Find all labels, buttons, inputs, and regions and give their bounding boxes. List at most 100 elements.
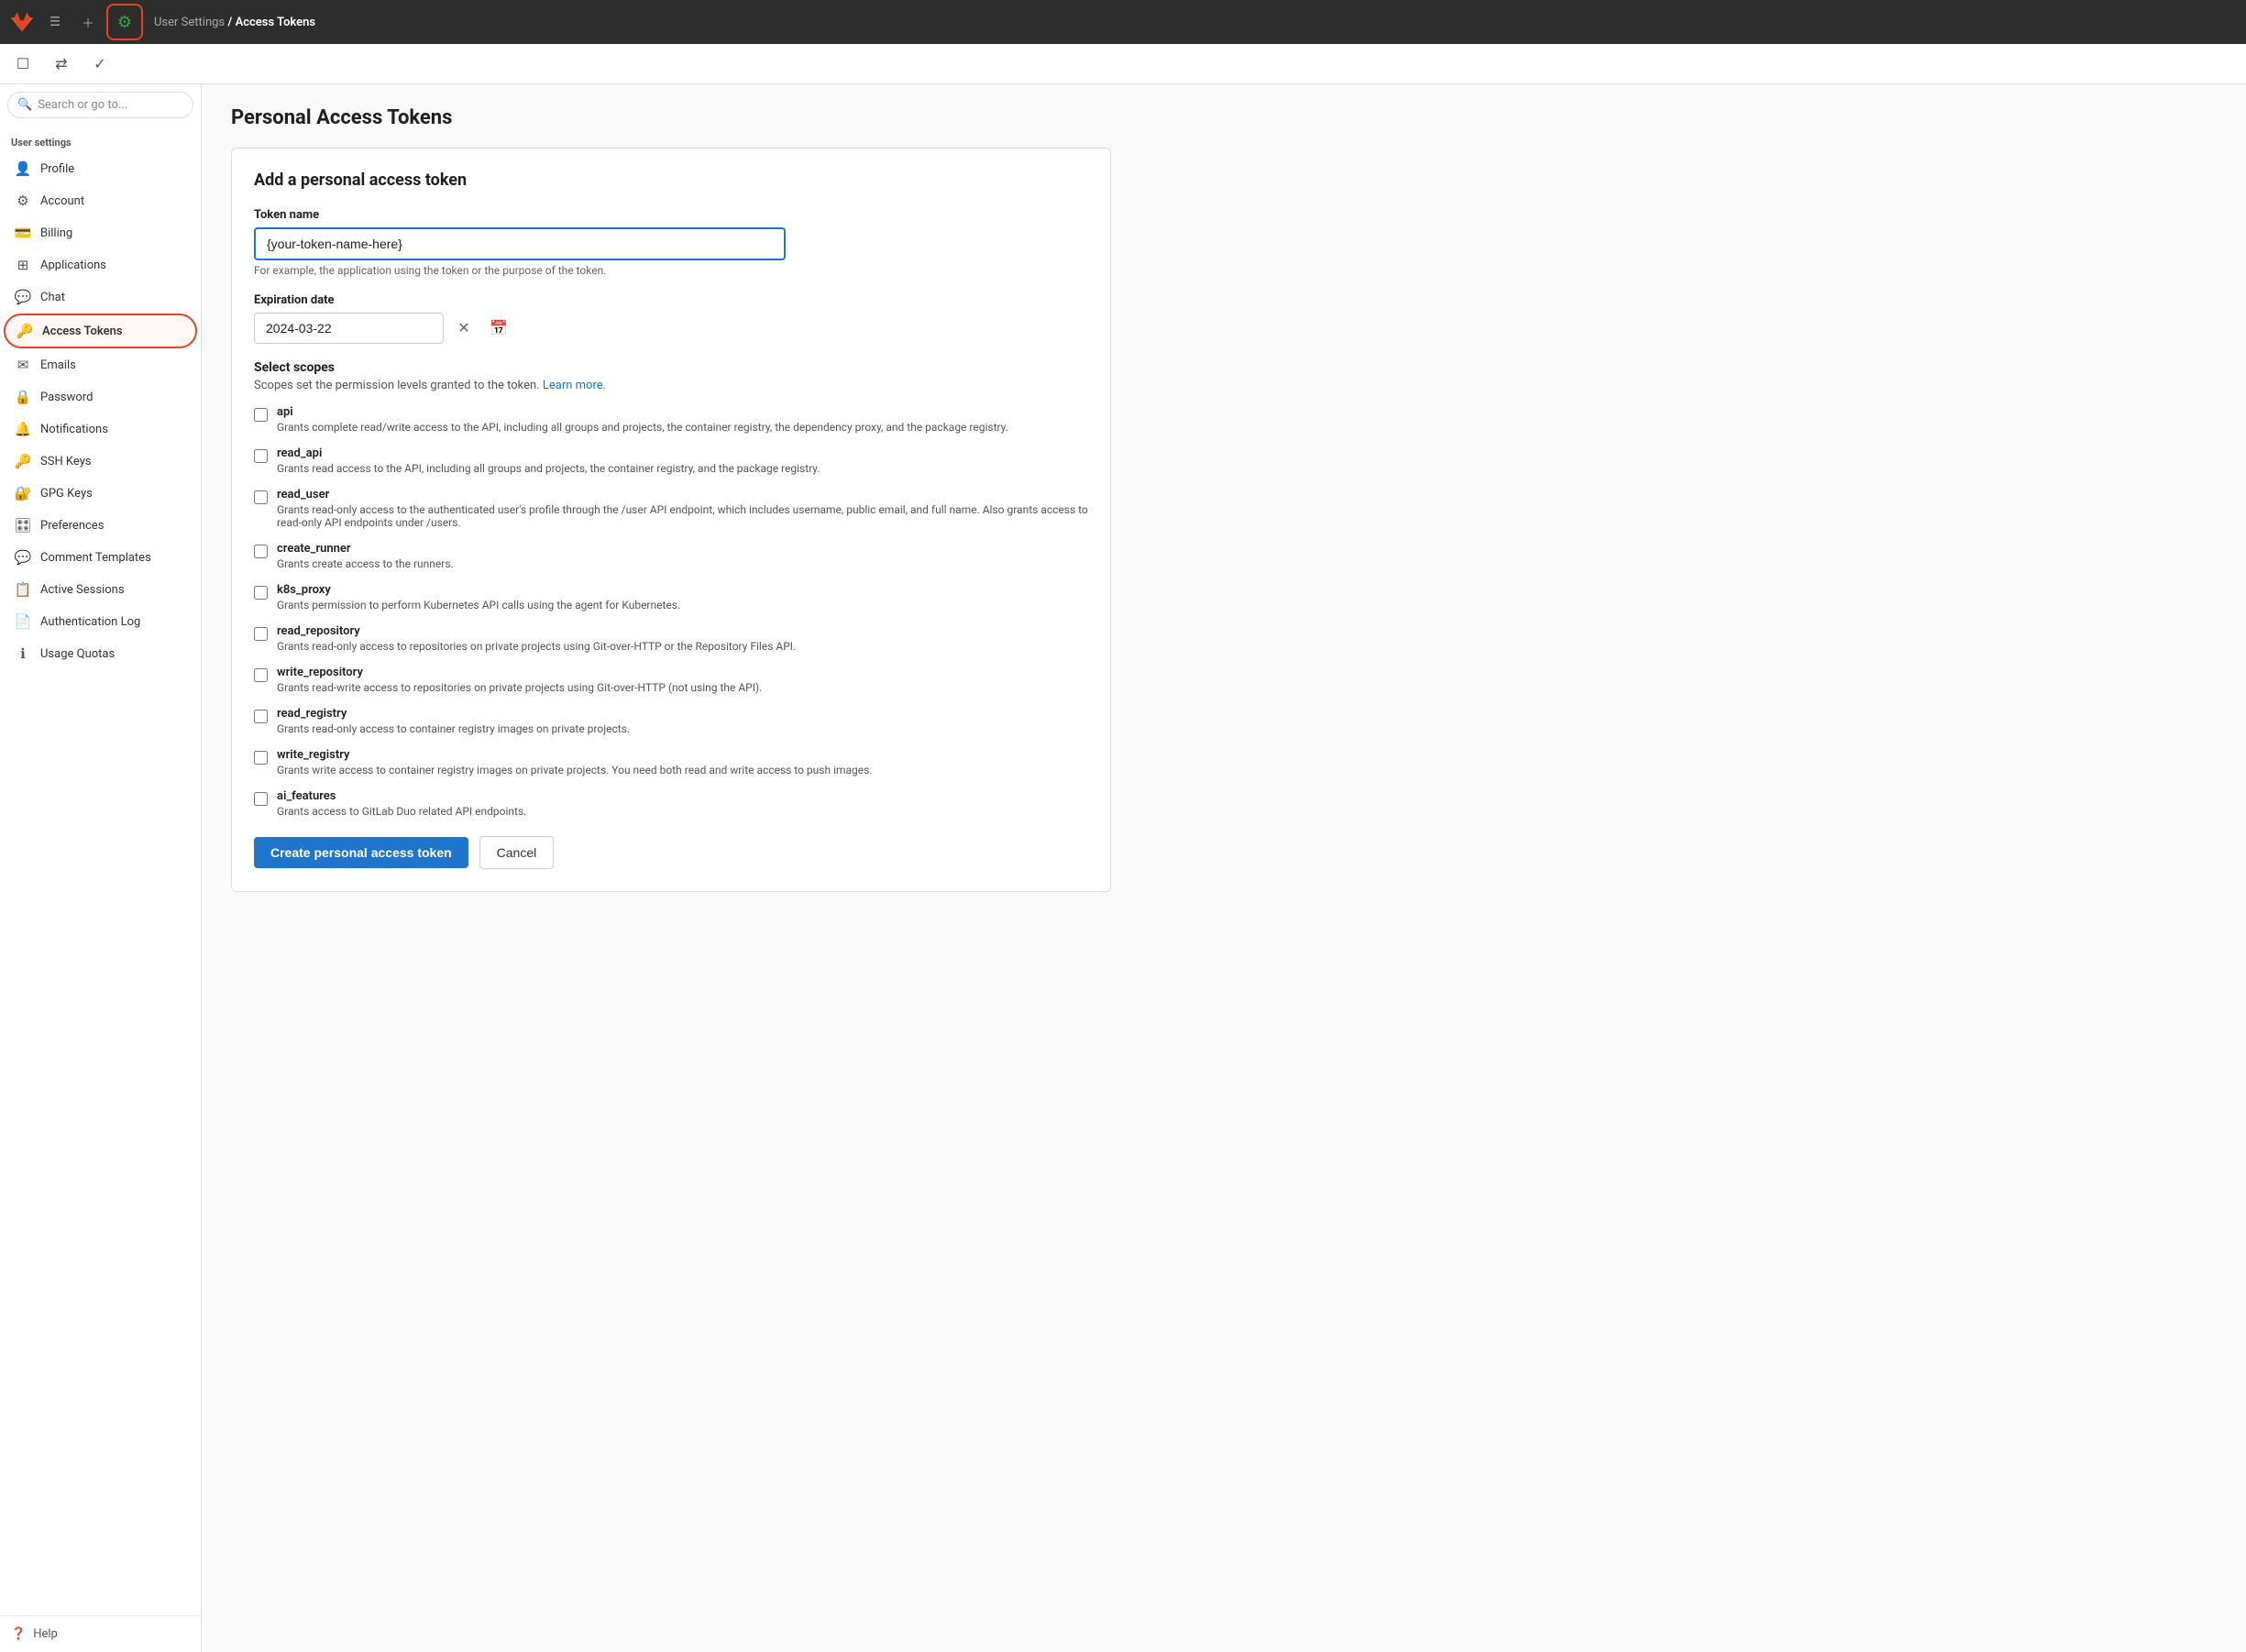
active-icon-wrapper: ⚙	[106, 4, 143, 40]
scope-name-api: api	[277, 405, 1008, 419]
sidebar-item-account[interactable]: ⚙Account	[4, 185, 197, 216]
create-token-btn[interactable]: Create personal access token	[254, 837, 468, 868]
scope-checkbox-read_repository[interactable]	[254, 627, 268, 641]
cancel-btn[interactable]: Cancel	[479, 836, 555, 869]
scope-name-read_repository: read_repository	[277, 624, 796, 638]
help-item[interactable]: ❓ Help	[0, 1615, 201, 1652]
sidebar-label-applications: Applications	[40, 259, 106, 272]
scope-checkbox-api[interactable]	[254, 408, 268, 422]
sidebar-item-usage-quotas[interactable]: ℹUsage Quotas	[4, 638, 197, 669]
sidebar-icon-notifications: 🔔	[15, 421, 31, 437]
form-actions: Create personal access token Cancel	[254, 836, 1088, 869]
token-name-input[interactable]	[254, 227, 786, 260]
todo-btn[interactable]: ✓	[84, 49, 116, 80]
scope-desc-read_repository: Grants read-only access to repositories …	[277, 640, 796, 653]
sidebar-item-active-sessions[interactable]: 📋Active Sessions	[4, 574, 197, 605]
sidebar-label-notifications: Notifications	[40, 423, 108, 436]
scopes-title: Select scopes	[254, 360, 1088, 375]
merge-requests-btn[interactable]: ⇄	[46, 49, 77, 80]
sidebar-icon-comment-templates: 💬	[15, 549, 31, 566]
sidebar-item-billing[interactable]: 💳Billing	[4, 217, 197, 248]
sidebar-nav: 👤Profile⚙Account💳Billing⊞Applications 💬 Ch…	[0, 152, 201, 670]
scope-text-write_repository: write_repositoryGrants read-write access…	[277, 666, 762, 694]
sidebar-section-label: User settings	[0, 126, 201, 152]
scope-checkbox-read_registry[interactable]	[254, 710, 268, 723]
scope-checkbox-k8s_proxy[interactable]	[254, 586, 268, 600]
sidebar-icon-authentication-log: 📄	[15, 613, 31, 630]
scope-checkbox-ai_features[interactable]	[254, 792, 268, 806]
sidebar-icon-emails: ✉	[15, 357, 31, 373]
token-name-group: Token name For example, the application …	[254, 208, 1088, 277]
sidebar-toggle-btn[interactable]: ☰	[40, 7, 70, 37]
sidebar-item-applications[interactable]: ⊞Applications	[4, 249, 197, 281]
help-label: Help	[33, 1627, 58, 1641]
sidebar-label-account: Account	[40, 194, 84, 208]
sidebar-item-comment-templates[interactable]: 💬Comment Templates	[4, 542, 197, 573]
scope-text-read_api: read_api Grants read access to the API, i…	[277, 446, 820, 475]
sidebar-item-password[interactable]: 🔒Password	[4, 381, 197, 413]
sidebar-item-access-tokens[interactable]: 🔑 Access Tokens	[4, 314, 197, 348]
scope-checkbox-create_runner[interactable]	[254, 545, 268, 558]
breadcrumb-current: Access Tokens	[236, 16, 316, 29]
sidebar-item-authentication-log[interactable]: 📄 Authentication Log	[4, 606, 197, 637]
sidebar-item-profile[interactable]: 👤Profile	[4, 153, 197, 184]
breadcrumb-parent[interactable]: User Settings	[154, 16, 225, 29]
scope-desc-k8s_proxy: Grants permission to perform Kubernetes …	[277, 599, 680, 611]
scope-checkbox-read_api[interactable]	[254, 449, 268, 463]
scope-name-create_runner: create_runner	[277, 542, 454, 556]
sidebar-label-gpg-keys: GPG Keys	[40, 487, 93, 501]
scope-name-k8s_proxy: k8s_proxy	[277, 583, 680, 597]
scope-desc-api: Grants complete read/write access to the…	[277, 421, 1008, 434]
expiration-input[interactable]	[254, 313, 444, 344]
scope-desc-read_user: Grants read-only access to the authentic…	[277, 503, 1088, 529]
sidebar-item-notifications[interactable]: 🔔 Notifications	[4, 413, 197, 445]
help-icon: ❓	[11, 1627, 26, 1641]
gitlab-logo[interactable]	[7, 7, 37, 37]
breadcrumb: User Settings / Access Tokens	[154, 16, 315, 29]
scope-text-read_user: read_user Grants read-only access to the …	[277, 488, 1088, 529]
sidebar-icon-access-tokens: 🔑	[17, 323, 33, 339]
scope-item-create_runner: create_runnerGrants create access to the…	[254, 542, 1088, 570]
sidebar-item-gpg-keys[interactable]: 🔐 GPG Keys	[4, 478, 197, 509]
expiration-label: Expiration date	[254, 293, 1088, 307]
sidebar-label-access-tokens: Access Tokens	[42, 325, 123, 338]
learn-more-link[interactable]: Learn more.	[543, 379, 606, 392]
scope-name-read_user: read_user	[277, 488, 1088, 501]
sidebar-item-preferences[interactable]: 🎛Preferences	[4, 510, 197, 541]
issues-btn[interactable]: ☐	[7, 49, 39, 80]
token-name-label: Token name	[254, 208, 1088, 222]
scope-checkbox-read_user[interactable]	[254, 490, 268, 504]
scope-text-write_registry: write_registry Grants write access to con…	[277, 748, 873, 776]
scope-item-read_api: read_api Grants read access to the API, i…	[254, 446, 1088, 475]
sidebar-label-profile: Profile	[40, 162, 74, 176]
sidebar-icon-gpg-keys: 🔐	[15, 485, 31, 501]
sidebar-icon-preferences: 🎛	[15, 517, 31, 534]
sidebar-icon-active-sessions: 📋	[15, 581, 31, 598]
scope-item-read_user: read_user Grants read-only access to the …	[254, 488, 1088, 529]
sidebar-item-emails[interactable]: ✉Emails	[4, 349, 197, 380]
scope-desc-write_registry: Grants write access to container registr…	[277, 764, 873, 776]
scope-item-api: api Grants complete read/write access to …	[254, 405, 1088, 434]
scope-name-write_registry: write_registry	[277, 748, 873, 762]
scope-item-ai_features: ai_featuresGrants access to GitLab Duo r…	[254, 789, 1088, 818]
sidebar-label-chat: Chat	[40, 291, 65, 304]
clear-date-btn[interactable]: ✕	[449, 314, 479, 343]
main-layout: 🔍 Search or go to... User settings 👤Prof…	[0, 84, 2246, 1652]
sidebar-icon-ssh-keys: 🔑	[15, 453, 31, 469]
calendar-btn[interactable]: 📅	[484, 314, 513, 343]
scope-checkbox-write_repository[interactable]	[254, 668, 268, 682]
sidebar-item-chat[interactable]: 💬 Chat	[4, 281, 197, 313]
sidebar-label-authentication-log: Authentication Log	[40, 615, 140, 629]
settings-btn[interactable]: ⚙	[110, 7, 139, 37]
card-title: Add a personal access token	[254, 171, 1088, 190]
sidebar-icon-billing: 💳	[15, 225, 31, 241]
scope-desc-read_api: Grants read access to the API, including…	[277, 462, 820, 475]
sidebar-item-ssh-keys[interactable]: 🔑SSH Keys	[4, 446, 197, 477]
search-bar[interactable]: 🔍 Search or go to...	[7, 92, 193, 118]
scope-text-k8s_proxy: k8s_proxy Grants permission to perform Ku…	[277, 583, 680, 611]
sidebar-icon-chat: 💬	[15, 289, 31, 305]
scope-checkbox-write_registry[interactable]	[254, 751, 268, 765]
new-item-btn[interactable]: ＋	[73, 7, 103, 37]
scope-text-create_runner: create_runnerGrants create access to the…	[277, 542, 454, 570]
scope-name-read_api: read_api	[277, 446, 820, 460]
